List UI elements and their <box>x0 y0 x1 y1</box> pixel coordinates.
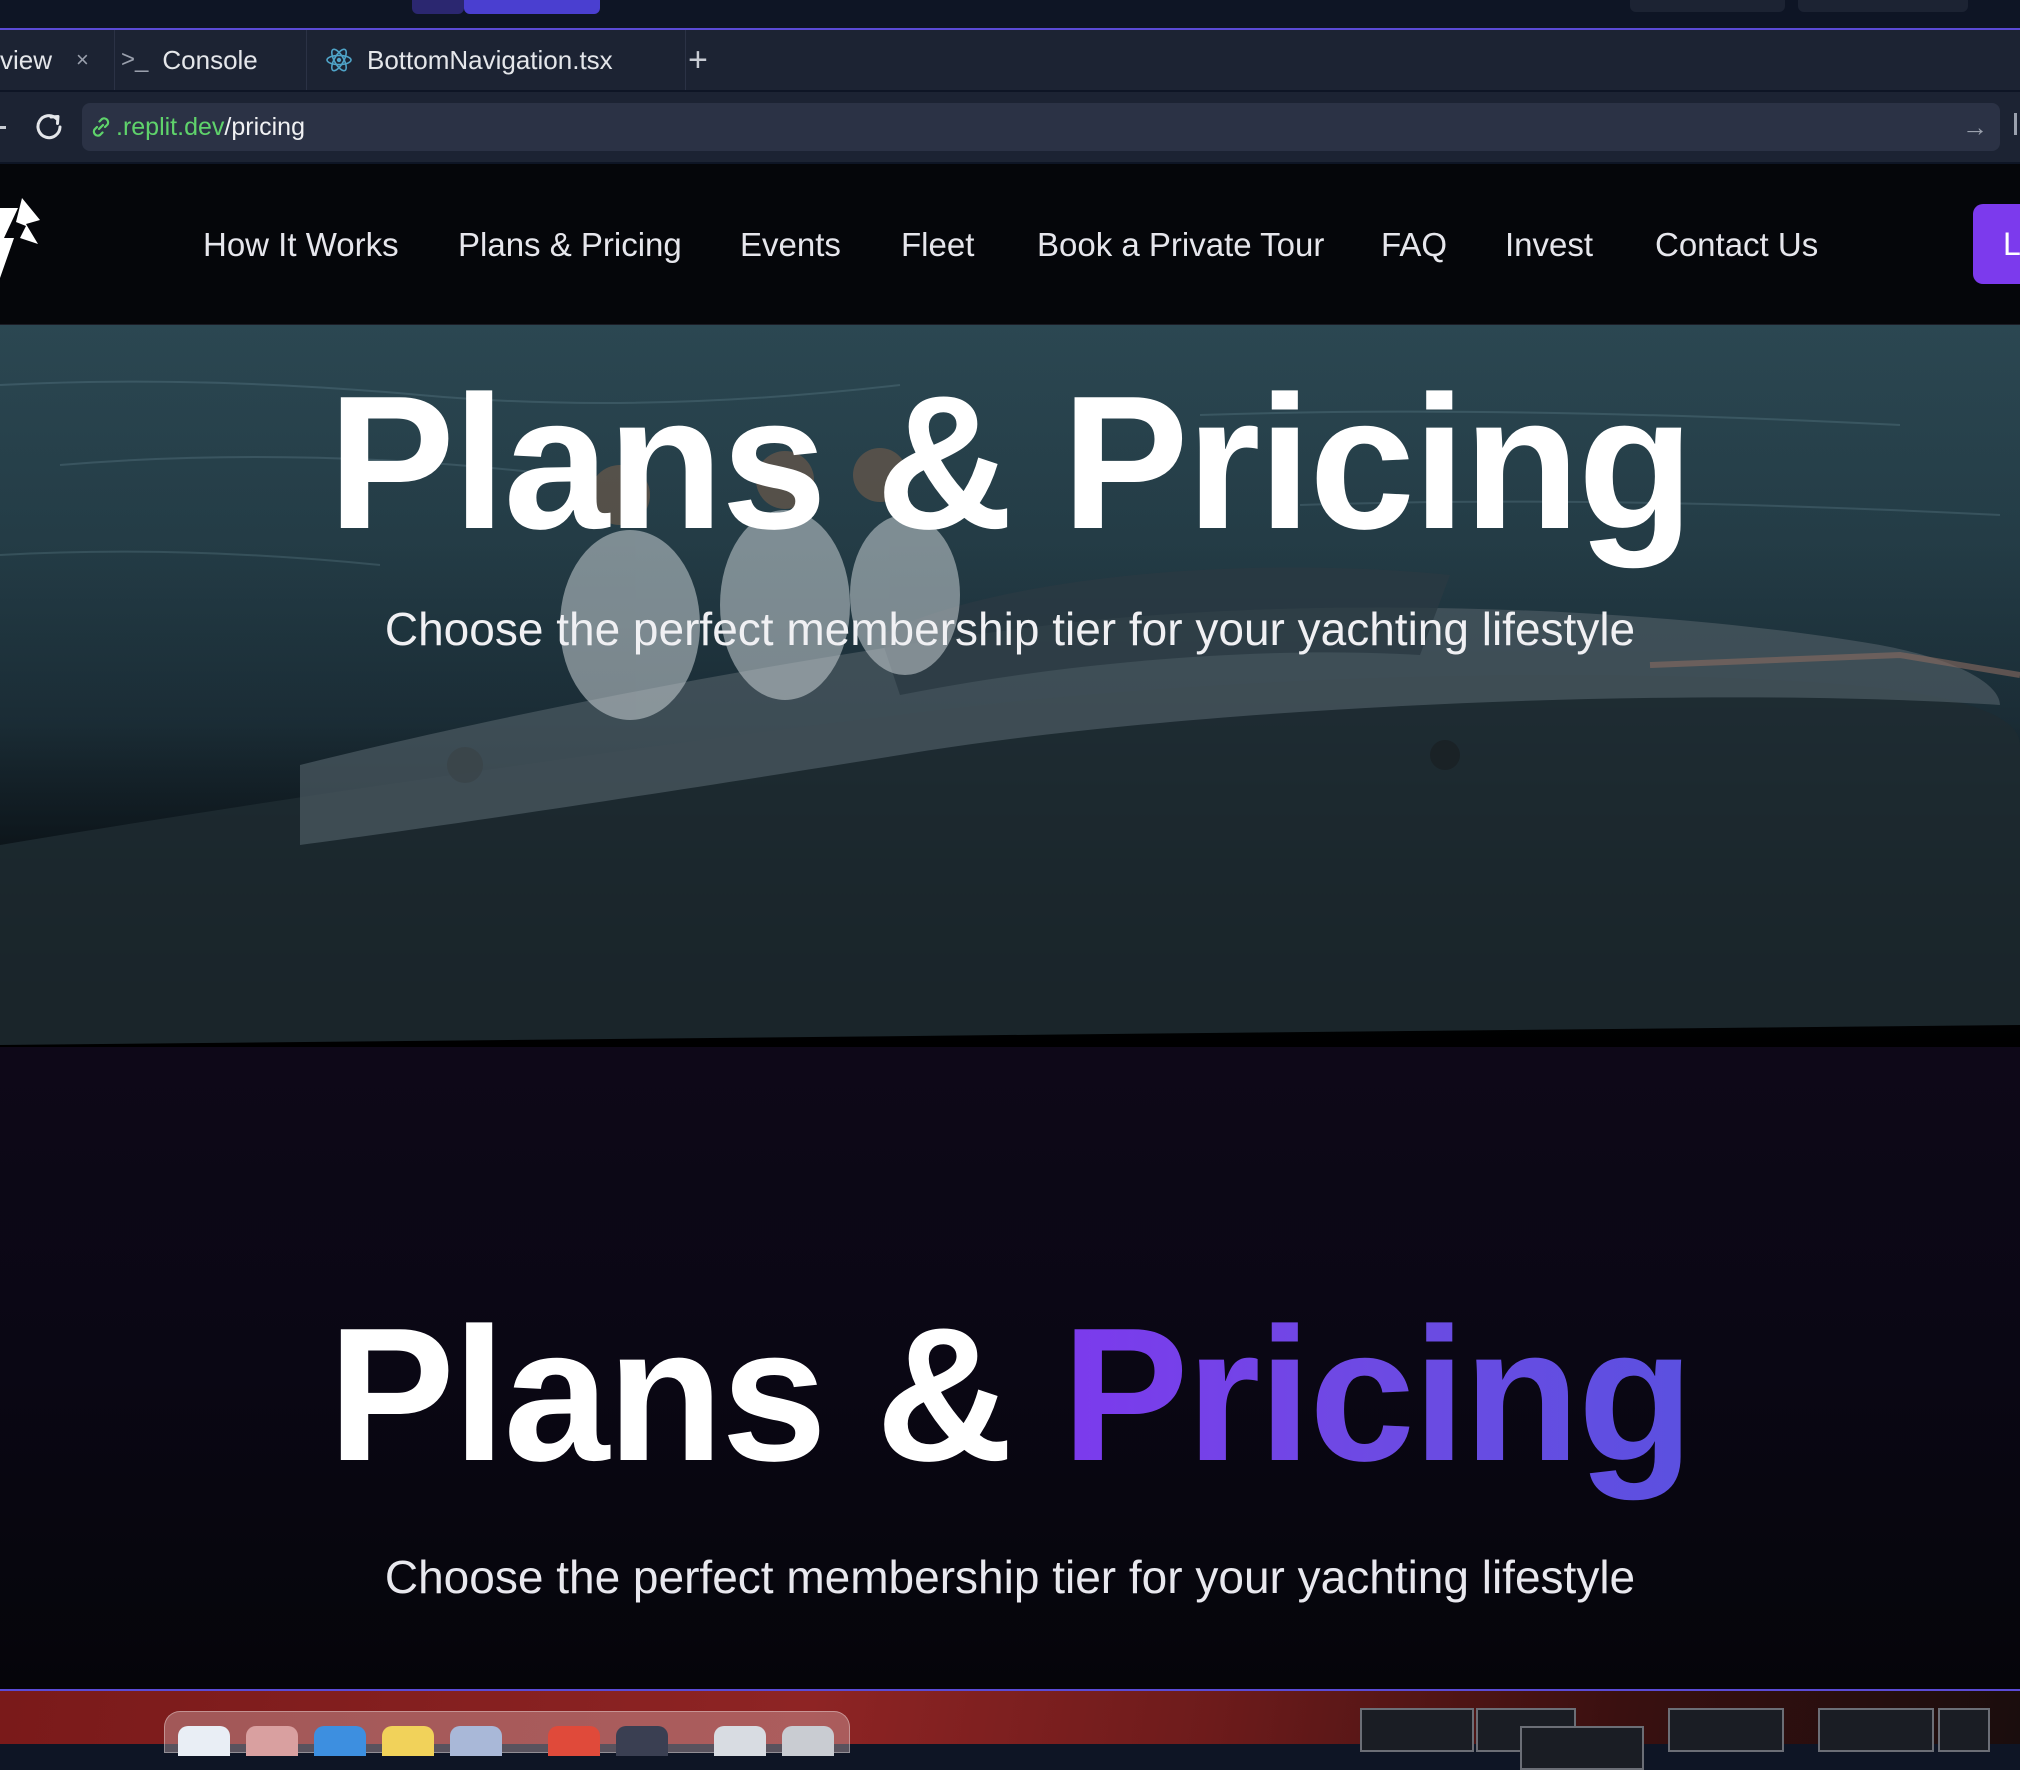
nav-how-it-works[interactable]: How It Works <box>203 226 399 264</box>
section-subtitle: Choose the perfect membership tier for y… <box>384 1551 1636 1603</box>
url-input[interactable] <box>82 103 2000 151</box>
dock-app-icon[interactable] <box>616 1726 668 1756</box>
section-title: Plans & Pricing <box>0 1300 2020 1490</box>
nav-plans-pricing[interactable]: Plans & Pricing <box>458 226 682 264</box>
nav-contact-us[interactable]: Contact Us <box>1655 226 1818 264</box>
link-icon <box>88 114 114 145</box>
dock-safari-icon[interactable] <box>314 1726 366 1756</box>
top-right-button[interactable] <box>1798 0 1968 12</box>
window-thumbnail[interactable] <box>1360 1708 1474 1752</box>
url-path: /pricing <box>224 112 305 141</box>
nav-faq[interactable]: FAQ <box>1381 226 1447 264</box>
tab-label: Console <box>162 44 258 75</box>
dock-document-icon[interactable] <box>714 1726 766 1756</box>
section-title-main: Plans & <box>328 1289 1062 1501</box>
nav-book-private-tour[interactable]: Book a Private Tour <box>1037 226 1324 264</box>
hero-title: Plans & Pricing <box>328 357 1694 569</box>
nav-fleet[interactable]: Fleet <box>901 226 974 264</box>
window-thumbnail[interactable] <box>1818 1708 1934 1752</box>
window-thumbnail[interactable] <box>1938 1708 1990 1752</box>
dock-finder-icon[interactable] <box>178 1726 230 1756</box>
arrow-right-icon[interactable]: → <box>1962 112 1988 143</box>
dock-notes-icon[interactable] <box>382 1726 434 1756</box>
top-pill[interactable] <box>412 0 464 14</box>
close-icon[interactable]: × <box>76 30 89 90</box>
side-panel-handle[interactable] <box>2014 113 2017 135</box>
nav-invest[interactable]: Invest <box>1505 226 1593 264</box>
back-icon[interactable] <box>0 126 6 129</box>
section-title-accent: Pricing <box>1061 1289 1694 1501</box>
plus-icon[interactable]: + <box>688 30 708 90</box>
tab-label: view <box>0 44 53 75</box>
nav-cta-button[interactable]: L <box>1973 204 2020 284</box>
reload-icon[interactable] <box>30 108 68 146</box>
nav-events[interactable]: Events <box>740 226 841 264</box>
logo-mark[interactable] <box>0 198 44 293</box>
window-thumbnail[interactable] <box>1668 1708 1784 1752</box>
dock-chrome-icon[interactable] <box>548 1726 600 1756</box>
react-icon <box>325 46 353 74</box>
top-pill-active[interactable] <box>464 0 600 14</box>
dock-launchpad-icon[interactable] <box>246 1726 298 1756</box>
hero-subtitle: Choose the perfect membership tier for y… <box>384 603 1636 655</box>
tab-bottom-navigation[interactable]: BottomNavigation.tsx <box>306 30 686 90</box>
dock-preview-icon[interactable] <box>450 1726 502 1756</box>
tab-label: BottomNavigation.tsx <box>367 44 613 75</box>
url-text[interactable]: .replit.dev/pricing <box>116 103 305 151</box>
ide-tab-bar: view × >_ Console BottomNavigation.tsx <box>0 30 2020 92</box>
window-thumbnail[interactable] <box>1520 1726 1644 1770</box>
url-host: .replit.dev <box>116 112 225 141</box>
terminal-icon: >_ <box>121 46 149 73</box>
dock-trash-icon[interactable] <box>782 1726 834 1756</box>
tab-console[interactable]: >_ Console <box>114 30 311 90</box>
top-right-button[interactable] <box>1630 0 1785 12</box>
